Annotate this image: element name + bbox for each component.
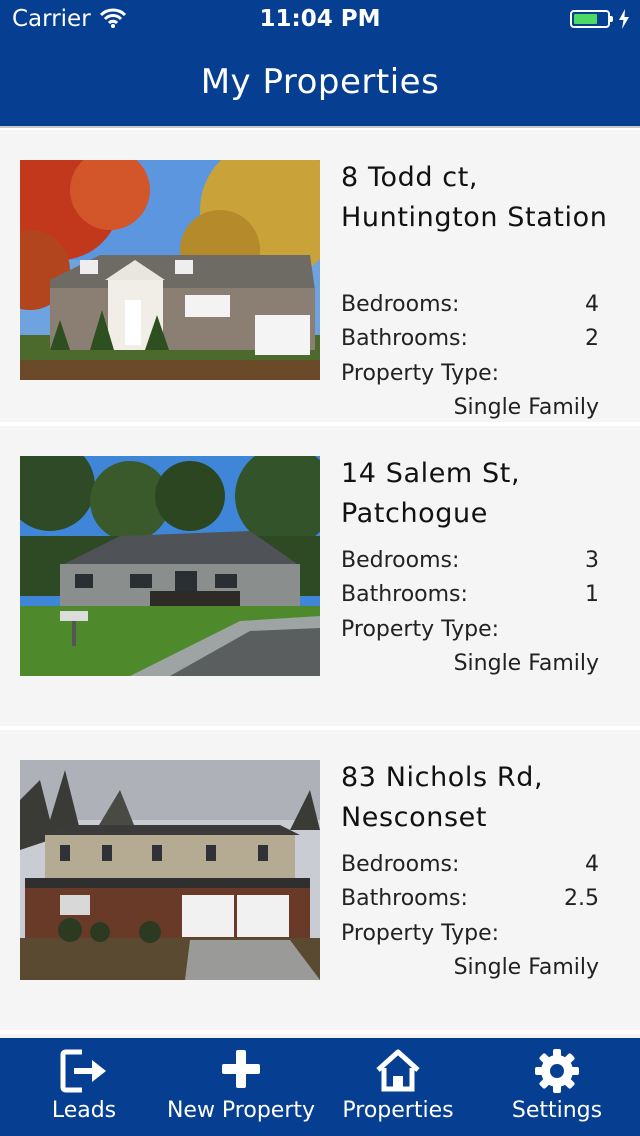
page-title: My Properties xyxy=(200,62,440,102)
property-list[interactable]: 8 Todd ct, Huntington Station Bedrooms: … xyxy=(0,130,640,1038)
tab-label: New Property xyxy=(166,1098,316,1123)
battery-icon xyxy=(570,10,613,28)
tab-properties[interactable]: Properties xyxy=(322,1038,474,1136)
charging-bolt-icon xyxy=(619,9,629,29)
bathrooms-label: Bathrooms: xyxy=(341,886,468,911)
logout-icon xyxy=(60,1049,106,1093)
property-photo xyxy=(20,760,320,980)
tab-settings[interactable]: Settings xyxy=(474,1038,640,1136)
bathrooms-row: Bathrooms: 1 xyxy=(341,582,599,607)
bathrooms-row: Bathrooms: 2 xyxy=(341,326,599,351)
property-type-label: Property Type: xyxy=(341,921,500,946)
tab-label: Settings xyxy=(511,1098,603,1123)
tab-label: Properties xyxy=(342,1098,454,1123)
tab-new-property[interactable]: New Property xyxy=(160,1038,322,1136)
bathrooms-value: 1 xyxy=(585,582,599,607)
bedrooms-label: Bedrooms: xyxy=(341,548,460,573)
property-type-row: Property Type: xyxy=(341,921,599,946)
bathrooms-value: 2 xyxy=(585,326,599,351)
property-photo xyxy=(20,160,320,380)
property-address: 14 Salem St, Patchogue xyxy=(341,458,521,529)
bathrooms-label: Bathrooms: xyxy=(341,582,468,607)
bedrooms-label: Bedrooms: xyxy=(341,292,460,317)
bedrooms-label: Bedrooms: xyxy=(341,852,460,877)
bathrooms-value: 2.5 xyxy=(564,886,599,911)
property-type-row: Property Type: xyxy=(341,361,599,386)
bedrooms-row: Bedrooms: 4 xyxy=(341,292,599,317)
bathrooms-label: Bathrooms: xyxy=(341,326,468,351)
tab-label: Leads xyxy=(51,1098,117,1123)
property-type-value: Single Family xyxy=(453,955,599,980)
property-type-value: Single Family xyxy=(453,395,599,420)
property-card[interactable]: 8 Todd ct, Huntington Station Bedrooms: … xyxy=(0,130,640,422)
bedrooms-value: 4 xyxy=(585,852,599,877)
status-time: 11:04 PM xyxy=(259,6,381,32)
property-card[interactable]: 14 Salem St, Patchogue Bedrooms: 3 Bathr… xyxy=(0,426,640,726)
bedrooms-row: Bedrooms: 4 xyxy=(341,852,599,877)
bedrooms-row: Bedrooms: 3 xyxy=(341,548,599,573)
property-photo xyxy=(20,456,320,676)
status-bar: Carrier 11:04 PM xyxy=(0,0,640,40)
property-type-label: Property Type: xyxy=(341,617,500,642)
property-address: 8 Todd ct, Huntington Station xyxy=(341,162,608,233)
home-icon xyxy=(376,1049,420,1092)
gear-icon xyxy=(535,1049,579,1093)
property-type-value: Single Family xyxy=(453,651,599,676)
bathrooms-row: Bathrooms: 2.5 xyxy=(341,886,599,911)
tab-bar: Leads New Property Properties Settings xyxy=(0,1038,640,1136)
tab-leads[interactable]: Leads xyxy=(0,1038,168,1136)
property-type-label: Property Type: xyxy=(341,361,500,386)
property-card[interactable]: 83 Nichols Rd, Nesconset Bedrooms: 4 Bat… xyxy=(0,730,640,1030)
property-address: 83 Nichols Rd, Nesconset xyxy=(341,762,544,833)
property-type-row: Property Type: xyxy=(341,617,599,642)
plus-icon xyxy=(222,1050,260,1088)
bedrooms-value: 4 xyxy=(585,292,599,317)
bedrooms-value: 3 xyxy=(585,548,599,573)
navigation-bar: My Properties xyxy=(0,40,640,128)
